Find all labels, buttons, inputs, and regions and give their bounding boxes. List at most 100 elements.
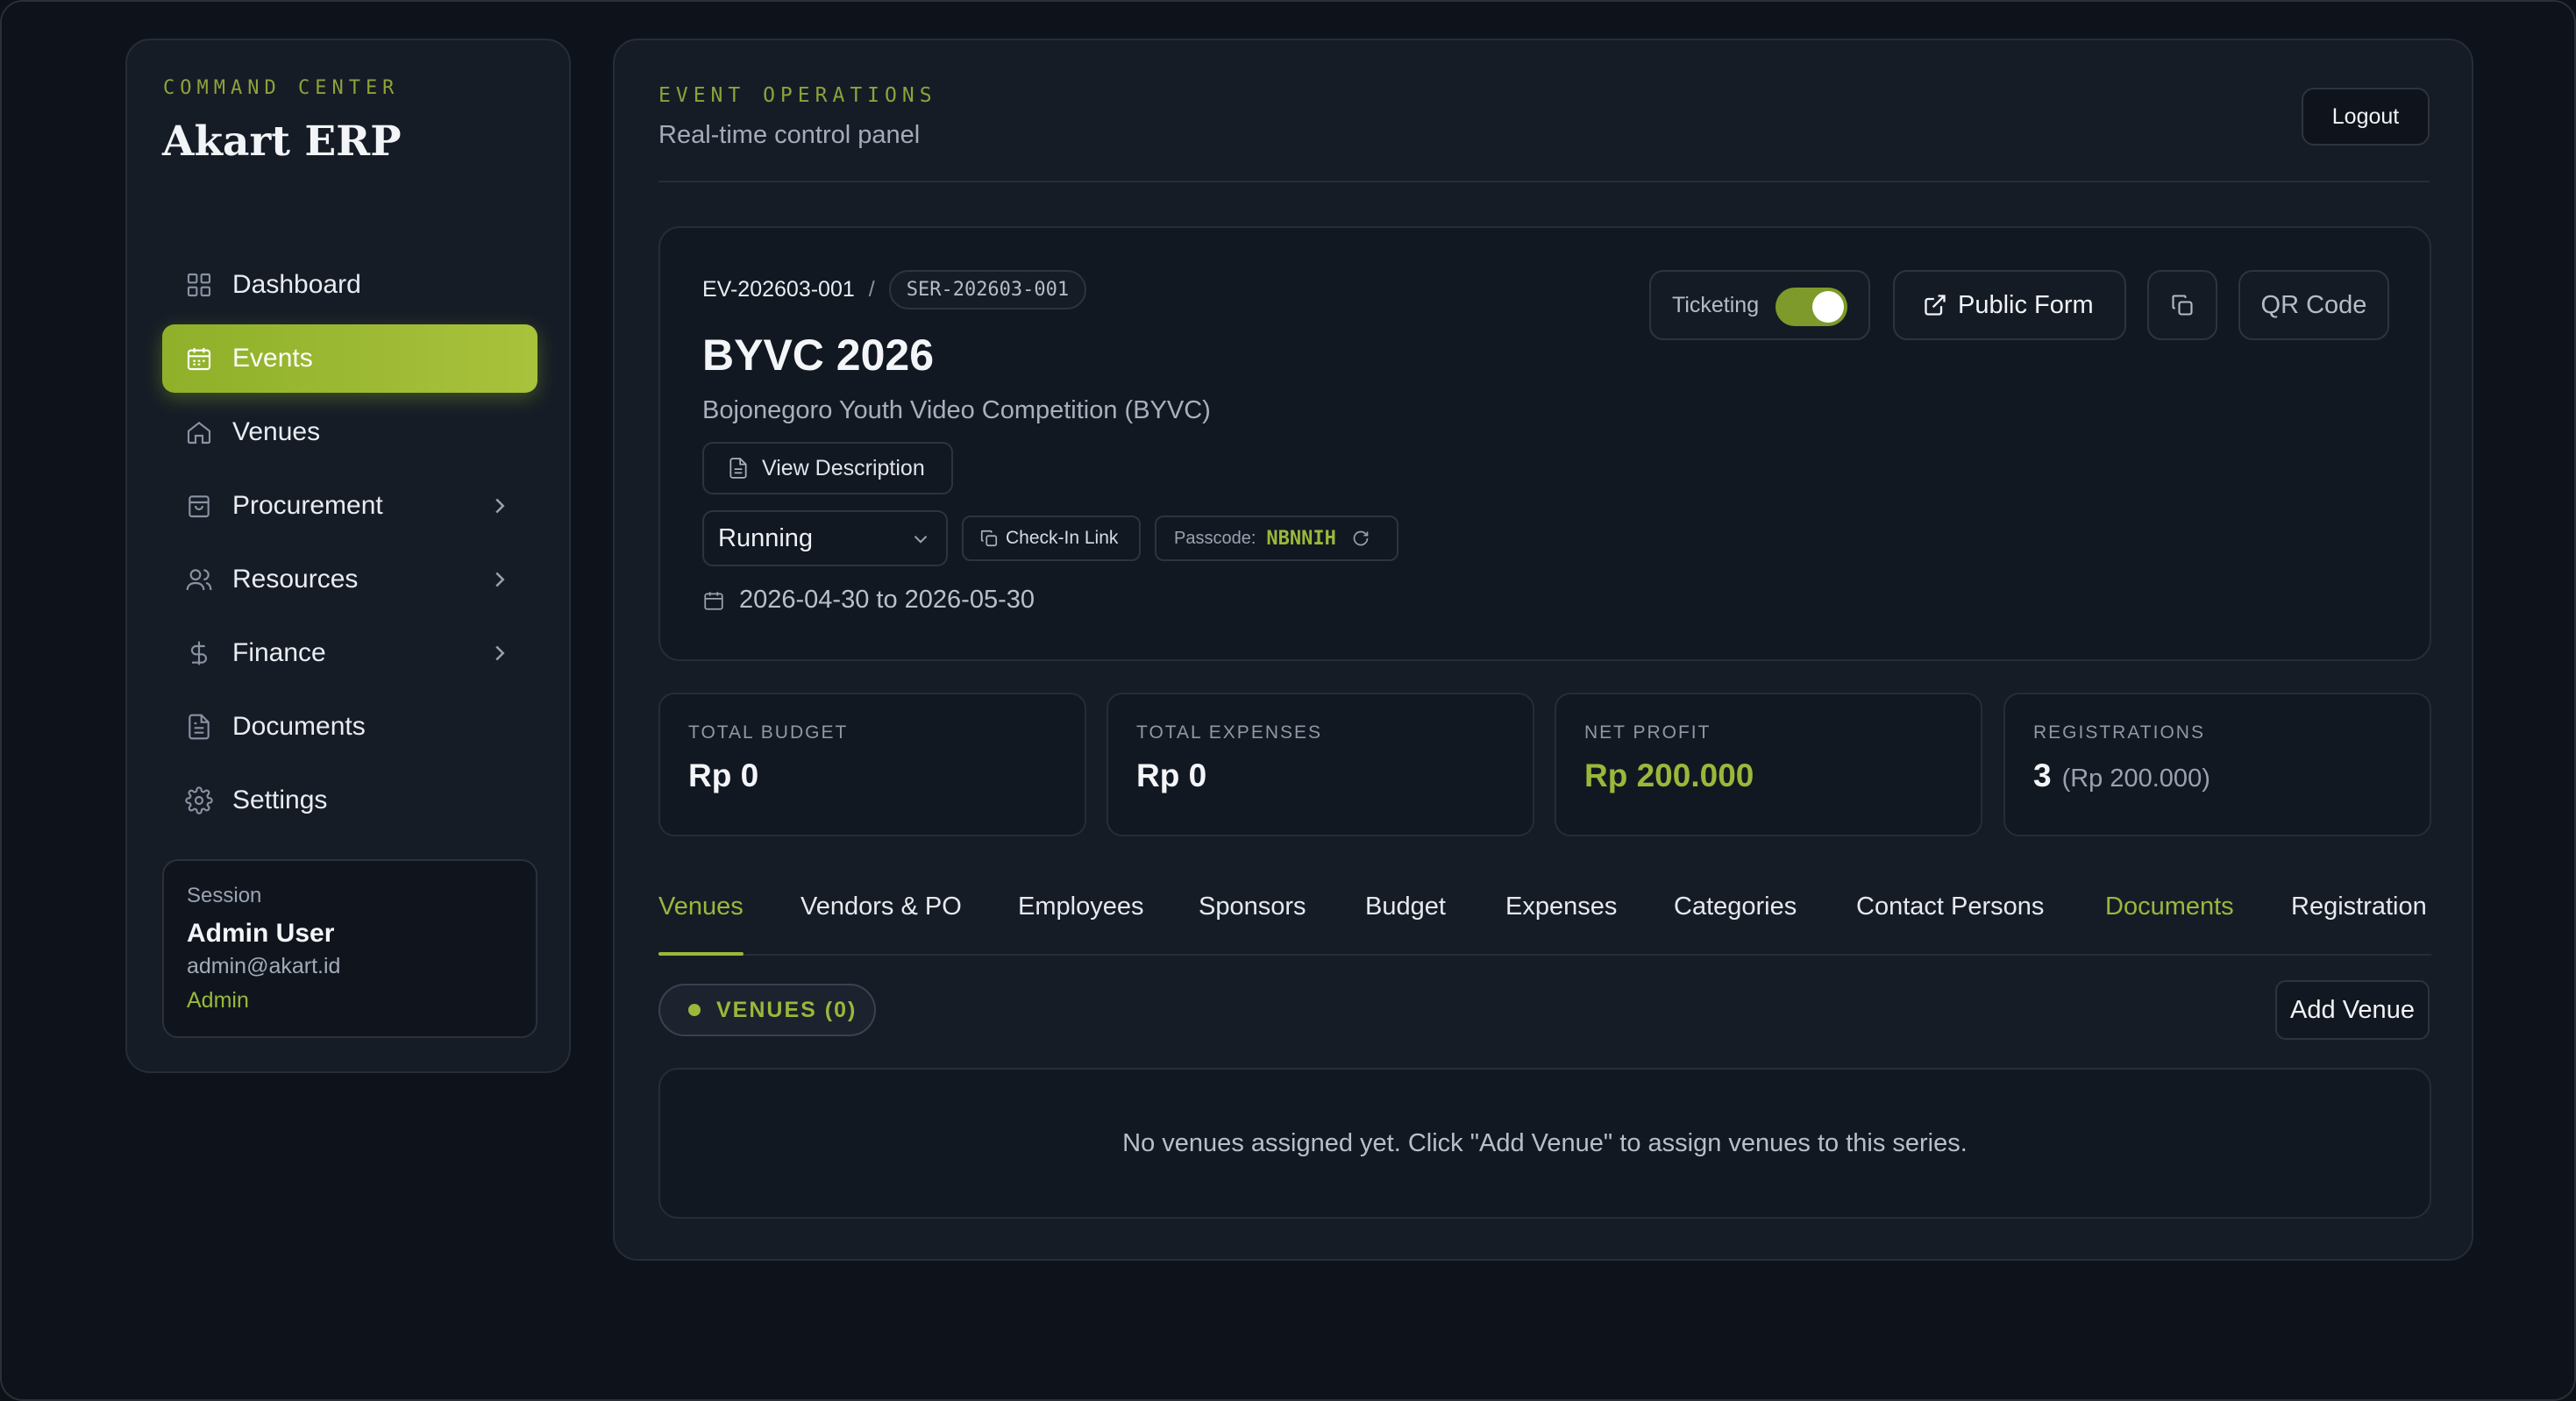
brand-eyebrow: COMMAND CENTER	[163, 77, 400, 99]
tab-documents[interactable]: Documents	[2105, 893, 2234, 954]
view-description-label: View Description	[762, 455, 925, 480]
event-date-range: 2026-04-30 to 2026-05-30	[702, 586, 1035, 615]
breadcrumb: EV-202603-001 / SER-202603-001	[702, 270, 1087, 309]
passcode-label: Passcode:	[1174, 528, 1256, 548]
copy-icon	[980, 530, 998, 547]
session-user-role: Admin	[187, 988, 249, 1013]
add-venue-button[interactable]: Add Venue	[2275, 980, 2430, 1040]
sidebar-item-label: Events	[232, 344, 313, 373]
stat-value: Rp 0	[688, 757, 759, 793]
page-eyebrow: EVENT OPERATIONS	[658, 84, 937, 107]
copy-icon	[2172, 295, 2193, 316]
event-card: EV-202603-001 / SER-202603-001 BYVC 2026…	[658, 226, 2431, 661]
tab-expenses[interactable]: Expenses	[1505, 893, 1617, 954]
page-subtitle: Real-time control panel	[658, 121, 921, 149]
qr-code-button[interactable]: QR Code	[2238, 270, 2389, 340]
chevron-right-icon	[495, 645, 505, 661]
series-code-badge: SER-202603-001	[888, 270, 1087, 309]
tab-budget[interactable]: Budget	[1365, 893, 1446, 954]
calendar-icon	[185, 345, 213, 373]
venues-count-badge: VENUES (0)	[658, 984, 876, 1036]
passcode-box: Passcode: NBNNIH	[1155, 516, 1398, 561]
tab-registration[interactable]: Registration	[2291, 893, 2427, 954]
sidebar-item-venues[interactable]: Venues	[162, 398, 537, 466]
stat-label: REGISTRATIONS	[2033, 722, 2205, 743]
tab-venues[interactable]: Venues	[658, 893, 744, 956]
chevron-right-icon	[495, 498, 505, 514]
venues-empty-state: No venues assigned yet. Click "Add Venue…	[658, 1068, 2431, 1219]
checkin-link-button[interactable]: Check-In Link	[962, 516, 1141, 561]
external-link-icon	[1925, 295, 1946, 316]
stat-sub-value: (Rp 200.000)	[2061, 765, 2210, 793]
status-value: Running	[718, 523, 814, 552]
sidebar-item-label: Dashboard	[232, 270, 361, 299]
sidebar-item-label: Settings	[232, 786, 328, 814]
logout-button[interactable]: Logout	[2302, 88, 2430, 146]
stat-value: Rp 200.000	[1584, 757, 1754, 793]
event-subtitle: Bojonegoro Youth Video Competition (BYVC…	[702, 396, 1211, 424]
stat-total-expenses: TOTAL EXPENSES Rp 0	[1107, 693, 1534, 836]
sidebar: COMMAND CENTER Akart ERP Dashboard Event…	[125, 39, 571, 1073]
view-description-button[interactable]: View Description	[702, 442, 953, 494]
public-form-label: Public Form	[1958, 290, 2094, 319]
header-divider	[658, 181, 2430, 182]
file-icon	[185, 713, 213, 741]
users-icon	[185, 565, 213, 594]
tab-contact-persons[interactable]: Contact Persons	[1856, 893, 2044, 954]
copy-link-button[interactable]	[2147, 270, 2217, 340]
status-select[interactable]: Running	[702, 510, 948, 566]
sidebar-item-resources[interactable]: Resources	[162, 545, 537, 614]
stat-total-budget: TOTAL BUDGET Rp 0	[658, 693, 1086, 836]
stat-value: Rp 0	[1136, 757, 1207, 793]
session-label: Session	[187, 884, 262, 907]
event-code: EV-202603-001	[702, 277, 855, 302]
stat-value: 3	[2033, 757, 2052, 793]
venues-count-label: VENUES (0)	[716, 997, 857, 1022]
tab-categories[interactable]: Categories	[1674, 893, 1797, 954]
calendar-icon	[704, 591, 723, 610]
sidebar-item-label: Venues	[232, 417, 321, 446]
ticketing-toggle-group: Ticketing	[1649, 270, 1870, 340]
status-dot	[688, 1004, 701, 1016]
breadcrumb-separator: /	[868, 277, 875, 302]
tab-bar: Venues Vendors & PO Employees Sponsors B…	[658, 893, 2431, 956]
chevron-right-icon	[495, 572, 505, 587]
public-form-button[interactable]: Public Form	[1893, 270, 2126, 340]
document-icon	[729, 458, 747, 479]
app-window: COMMAND CENTER Akart ERP Dashboard Event…	[0, 0, 2576, 1401]
tab-employees[interactable]: Employees	[1018, 893, 1143, 954]
sidebar-item-label: Resources	[232, 565, 359, 594]
toggle-knob	[1812, 291, 1844, 323]
sidebar-item-label: Documents	[232, 712, 366, 741]
stat-label: TOTAL EXPENSES	[1136, 722, 1323, 743]
empty-state-message: No venues assigned yet. Click "Add Venue…	[1122, 1128, 1968, 1157]
sidebar-item-settings[interactable]: Settings	[162, 766, 537, 835]
stat-value-group: 3 (Rp 200.000)	[2033, 757, 2402, 794]
stat-registrations: REGISTRATIONS 3 (Rp 200.000)	[2003, 693, 2431, 836]
tab-sponsors[interactable]: Sponsors	[1199, 893, 1306, 954]
session-user-name: Admin User	[187, 919, 335, 948]
chevron-down-icon	[914, 536, 928, 544]
shopping-bag-icon	[185, 492, 213, 520]
session-card: Session Admin User admin@akart.id Admin	[162, 859, 537, 1038]
sidebar-item-events[interactable]: Events	[162, 324, 537, 393]
ticketing-toggle[interactable]	[1775, 288, 1847, 326]
sidebar-item-label: Finance	[232, 638, 326, 667]
tab-vendors-po[interactable]: Vendors & PO	[801, 893, 962, 954]
sidebar-item-documents[interactable]: Documents	[162, 693, 537, 761]
stat-net-profit: NET PROFIT Rp 200.000	[1555, 693, 1982, 836]
sidebar-item-dashboard[interactable]: Dashboard	[162, 251, 537, 319]
sidebar-item-procurement[interactable]: Procurement	[162, 472, 537, 540]
main-panel: EVENT OPERATIONS Real-time control panel…	[613, 39, 2473, 1261]
sidebar-item-finance[interactable]: Finance	[162, 619, 537, 687]
refresh-icon[interactable]	[1352, 530, 1370, 547]
date-range-text: 2026-04-30 to 2026-05-30	[739, 586, 1035, 614]
home-icon	[185, 418, 213, 446]
sidebar-item-label: Procurement	[232, 491, 383, 520]
checkin-link-label: Check-In Link	[1006, 528, 1119, 548]
event-title: BYVC 2026	[702, 331, 935, 380]
sidebar-nav: Dashboard Events Venues Procurement Reso…	[162, 251, 537, 840]
gear-icon	[185, 786, 213, 814]
brand-title: Akart ERP	[162, 117, 402, 166]
dollar-icon	[185, 639, 213, 667]
